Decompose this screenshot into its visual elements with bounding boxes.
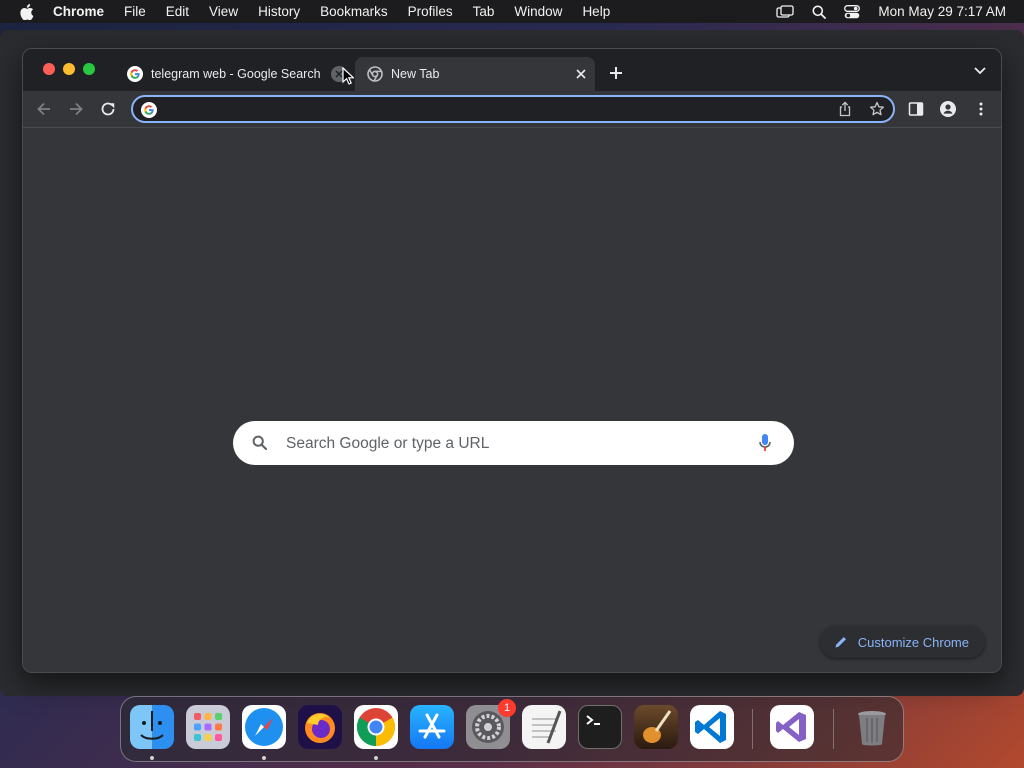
- finder-icon[interactable]: [130, 705, 174, 749]
- customize-chrome-button[interactable]: Customize Chrome: [819, 626, 985, 658]
- control-center-icon[interactable]: [844, 4, 861, 19]
- tab-new-tab[interactable]: New Tab: [355, 57, 595, 91]
- menu-bar: Chrome File Edit View History Bookmarks …: [0, 0, 1024, 23]
- address-input[interactable]: [163, 99, 827, 121]
- menu-edit[interactable]: Edit: [166, 4, 189, 19]
- app-store-icon[interactable]: [410, 705, 454, 749]
- address-bar[interactable]: [131, 95, 895, 123]
- visual-studio-icon[interactable]: [770, 705, 814, 749]
- more-menu-icon[interactable]: [973, 101, 989, 117]
- chrome-icon[interactable]: [354, 705, 398, 749]
- running-indicator: [262, 756, 266, 760]
- safari-icon[interactable]: [242, 705, 286, 749]
- apple-menu-icon[interactable]: [19, 3, 35, 20]
- menu-app-name[interactable]: Chrome: [53, 4, 104, 19]
- search-icon: [252, 435, 268, 451]
- textedit-icon[interactable]: [522, 705, 566, 749]
- chrome-window: telegram web - Google Search New Tab Sea…: [22, 48, 1002, 673]
- firefox-icon[interactable]: [298, 705, 342, 749]
- new-tab-page: Customize Chrome: [23, 128, 1001, 672]
- profile-avatar-icon[interactable]: [940, 101, 956, 117]
- tab-title: New Tab: [391, 67, 440, 81]
- menu-help[interactable]: Help: [582, 4, 610, 19]
- menu-profiles[interactable]: Profiles: [408, 4, 453, 19]
- forward-button[interactable]: [67, 100, 85, 118]
- menu-file[interactable]: File: [124, 4, 146, 19]
- side-panel-icon[interactable]: [908, 101, 924, 117]
- new-tab-button[interactable]: [607, 64, 625, 82]
- menu-tab[interactable]: Tab: [473, 4, 495, 19]
- launchpad-icon[interactable]: [186, 705, 230, 749]
- trash-icon[interactable]: [850, 705, 894, 749]
- chrome-icon: [367, 66, 383, 82]
- share-icon[interactable]: [837, 101, 853, 117]
- dock-separator: [752, 709, 753, 749]
- toolbar: [23, 91, 1001, 128]
- fullscreen-window-button[interactable]: [83, 63, 95, 75]
- menu-window[interactable]: Window: [514, 4, 562, 19]
- spotlight-search-icon[interactable]: [812, 5, 827, 19]
- voice-search-mic-icon[interactable]: [758, 433, 772, 453]
- google-g-icon: [141, 102, 157, 118]
- google-g-icon: [127, 66, 143, 82]
- tab-telegram-search[interactable]: telegram web - Google Search: [119, 57, 353, 91]
- system-settings-icon[interactable]: 1: [466, 699, 516, 749]
- reload-button[interactable]: [99, 100, 117, 118]
- tab-strip: telegram web - Google Search New Tab: [23, 49, 1001, 91]
- menu-bookmarks[interactable]: Bookmarks: [320, 4, 388, 19]
- menu-history[interactable]: History: [258, 4, 300, 19]
- mouse-cursor-icon: [342, 67, 354, 85]
- back-button[interactable]: [35, 100, 53, 118]
- minimize-window-button[interactable]: [63, 63, 75, 75]
- ntp-search-box[interactable]: [233, 421, 794, 465]
- tab-search-chevron-icon[interactable]: [973, 66, 987, 76]
- vscode-icon[interactable]: [690, 705, 734, 749]
- menu-clock[interactable]: Mon May 29 7:17 AM: [878, 4, 1006, 19]
- ntp-search-input[interactable]: [284, 431, 748, 457]
- tab-title: telegram web - Google Search: [151, 67, 321, 81]
- close-window-button[interactable]: [43, 63, 55, 75]
- bookmark-star-icon[interactable]: [869, 101, 885, 117]
- running-indicator: [150, 756, 154, 760]
- customize-chrome-label: Customize Chrome: [857, 634, 969, 650]
- dock-separator: [833, 709, 834, 749]
- garageband-icon[interactable]: [634, 705, 678, 749]
- close-tab-icon[interactable]: [573, 66, 589, 82]
- screen-mirroring-icon[interactable]: [776, 4, 795, 19]
- pencil-icon: [835, 637, 846, 648]
- notification-badge: 1: [498, 699, 516, 717]
- dock: 1: [120, 696, 904, 762]
- menu-view[interactable]: View: [209, 4, 238, 19]
- terminal-icon[interactable]: [578, 705, 622, 749]
- running-indicator: [374, 756, 378, 760]
